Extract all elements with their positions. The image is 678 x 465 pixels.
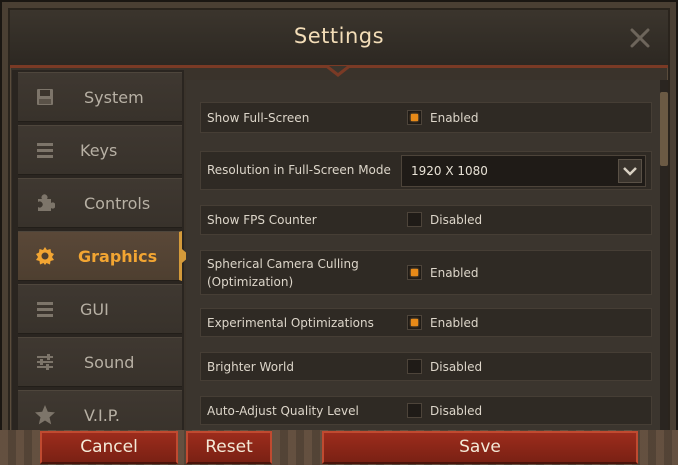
setting-row-brighter-world: Brighter World Disabled <box>200 352 652 381</box>
reset-button[interactable]: Reset <box>186 431 272 464</box>
chevron-down-icon <box>623 167 637 176</box>
puzzle-icon <box>32 190 58 216</box>
cancel-button[interactable]: Cancel <box>40 431 178 464</box>
setting-row-auto-quality: Auto-Adjust Quality Level Disabled <box>200 396 652 425</box>
sidebar-item-label: System <box>84 87 144 107</box>
list-icon <box>32 296 58 322</box>
setting-state: Enabled <box>430 111 479 125</box>
setting-row-full-screen: Show Full-Screen Enabled <box>200 102 652 133</box>
setting-row-fps-counter: Show FPS Counter Disabled <box>200 205 652 235</box>
settings-sidebar: System Keys Controls Graphics GUI Sound <box>12 70 190 440</box>
camera-culling-checkbox[interactable] <box>407 265 422 280</box>
setting-label: Brighter World <box>207 360 294 374</box>
setting-label: Resolution in Full-Screen Mode <box>207 163 391 177</box>
star-icon <box>32 402 58 428</box>
brighter-world-checkbox[interactable] <box>407 359 422 374</box>
sidebar-item-label: GUI <box>80 299 109 319</box>
dropdown-button[interactable] <box>618 159 642 183</box>
disk-icon <box>32 84 58 110</box>
resolution-value: 1920 X 1080 <box>411 164 488 178</box>
setting-state: Enabled <box>430 266 479 280</box>
window-header: Settings <box>10 10 668 68</box>
close-icon <box>630 28 650 48</box>
setting-label: Spherical Camera Culling <box>207 257 359 271</box>
setting-state: Disabled <box>430 404 483 418</box>
setting-label-sub: (Optimization) <box>207 275 294 289</box>
setting-label: Show Full-Screen <box>207 111 310 125</box>
setting-label: Auto-Adjust Quality Level <box>207 404 359 418</box>
auto-quality-checkbox[interactable] <box>407 403 422 418</box>
resolution-select[interactable]: 1920 X 1080 <box>401 155 646 187</box>
sidebar-item-label: V.I.P. <box>84 405 121 425</box>
scroll-thumb[interactable] <box>660 92 668 166</box>
sidebar-item-label: Graphics <box>78 246 158 266</box>
sidebar-item-graphics[interactable]: Graphics <box>18 231 190 281</box>
sidebar-item-gui[interactable]: GUI <box>18 284 182 334</box>
settings-panel: Show Full-Screen Enabled Resolution in F… <box>186 80 660 430</box>
setting-state: Disabled <box>430 360 483 374</box>
save-button[interactable]: Save <box>322 431 638 464</box>
setting-label: Show FPS Counter <box>207 213 317 227</box>
sidebar-item-system[interactable]: System <box>18 72 182 122</box>
fps-counter-checkbox[interactable] <box>407 212 422 227</box>
sidebar-item-label: Keys <box>80 140 118 160</box>
full-screen-checkbox[interactable] <box>407 110 422 125</box>
header-notch <box>324 66 352 77</box>
setting-row-camera-culling: Spherical Camera Culling (Optimization) … <box>200 250 652 295</box>
setting-row-resolution: Resolution in Full-Screen Mode 1920 X 10… <box>200 151 652 190</box>
sidebar-item-label: Sound <box>84 352 135 372</box>
sidebar-item-label: Controls <box>84 193 151 213</box>
sidebar-item-keys[interactable]: Keys <box>18 125 182 175</box>
setting-state: Enabled <box>430 316 479 330</box>
gear-icon <box>32 243 58 269</box>
setting-label: Experimental Optimizations <box>207 316 374 330</box>
setting-row-experimental: Experimental Optimizations Enabled <box>200 308 652 337</box>
sidebar-item-sound[interactable]: Sound <box>18 337 182 387</box>
window-title: Settings <box>293 24 385 48</box>
list-icon <box>32 137 58 163</box>
setting-state: Disabled <box>430 213 483 227</box>
close-button[interactable] <box>626 24 654 52</box>
scrollbar[interactable] <box>660 80 668 430</box>
experimental-checkbox[interactable] <box>407 315 422 330</box>
sliders-icon <box>32 349 58 375</box>
sidebar-item-controls[interactable]: Controls <box>18 178 182 228</box>
